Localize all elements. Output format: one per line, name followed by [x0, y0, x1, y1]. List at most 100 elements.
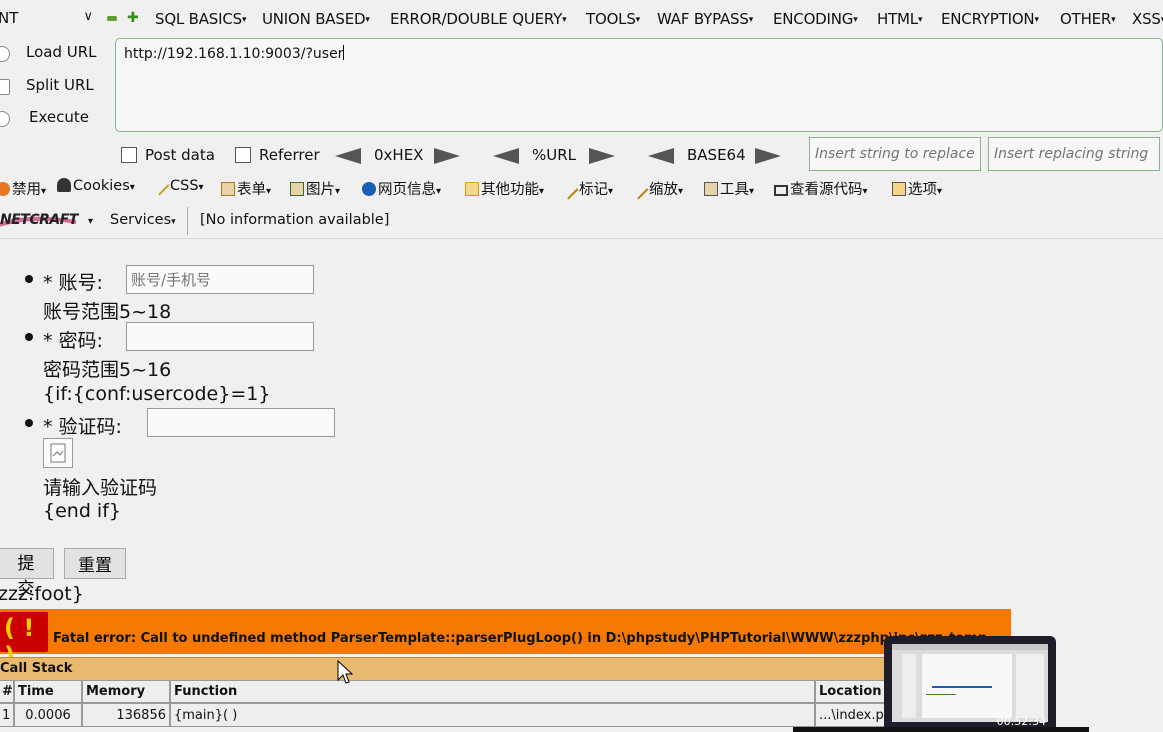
captcha-label: * 验证码: — [43, 416, 122, 438]
caret-icon: ▾ — [436, 186, 442, 197]
toolbar-label: 其他功能 — [481, 182, 539, 198]
insert-replacing-input[interactable] — [988, 137, 1160, 171]
caret-icon: ▾ — [335, 186, 341, 197]
toolbar-page-info-menu[interactable]: 网页信息▾ — [362, 178, 441, 199]
taskbar-strip — [793, 727, 1089, 732]
caret-icon: ▾ — [678, 186, 684, 197]
toolbar-disable-menu[interactable]: 禁用▾ — [0, 178, 46, 199]
account-label: * 账号: — [43, 272, 103, 294]
load-url-label: Load URL — [26, 43, 97, 61]
captcha-image[interactable] — [43, 438, 73, 468]
execute-icon — [0, 111, 10, 127]
services-label: Services — [110, 212, 172, 228]
services-menu[interactable]: Services▾ — [110, 212, 176, 228]
toolbar-images-menu[interactable]: 图片▾ — [290, 178, 340, 199]
col-header-index: # — [0, 680, 14, 703]
toolbar-label: 查看源代码 — [790, 182, 863, 198]
caret-icon: ▾ — [198, 182, 204, 193]
menu-label: ENCODING — [773, 10, 854, 28]
toolbar-label: 缩放 — [649, 182, 678, 198]
toolbar-mark-menu[interactable]: 标记▾ — [561, 178, 613, 200]
caret-icon: ▾ — [129, 182, 135, 193]
menu-label: WAF BYPASS — [657, 10, 749, 28]
url-value: http://192.168.1.10:9003/?user — [124, 46, 344, 62]
menu-label: ENCRYPTION — [941, 10, 1035, 28]
caret-icon: ▾ — [171, 217, 176, 227]
hackbar-menu-html[interactable]: HTML▾ — [877, 10, 922, 28]
hackbar-menu-waf-bypass[interactable]: WAF BYPASS▾ — [657, 10, 753, 28]
base64-decode-arrow-icon[interactable] — [648, 148, 674, 164]
hackbar-menu-sql-basics[interactable]: SQL BASICS▾ — [155, 10, 246, 28]
hex-encode-arrow-icon[interactable] — [434, 148, 460, 164]
error-banner: ( ! ) Fatal error: Call to undefined met… — [0, 609, 1011, 670]
caret-icon: ▾ — [41, 186, 47, 197]
zoom-icon — [631, 182, 649, 200]
toolbar-css-menu[interactable]: CSS▾ — [152, 178, 204, 196]
caret-icon: ▾ — [937, 186, 943, 197]
hex-decode-arrow-icon[interactable] — [335, 148, 361, 164]
netcraft-dropdown-icon[interactable]: ▾ — [88, 216, 93, 227]
toolbar-view-source-menu[interactable]: 查看源代码▾ — [774, 178, 868, 199]
toolbar-tools-menu[interactable]: 工具▾ — [704, 178, 754, 199]
hackbar-menu-error-double-query[interactable]: ERROR/DOUBLE QUERY▾ — [390, 10, 567, 28]
caret-icon: ▾ — [748, 15, 754, 25]
caret-icon: ▾ — [862, 186, 868, 197]
url-decode-arrow-icon[interactable] — [493, 148, 519, 164]
options-icon — [892, 182, 906, 196]
toolbar-forms-menu[interactable]: 表单▾ — [221, 178, 271, 199]
images-icon — [290, 182, 304, 196]
post-data-checkbox[interactable] — [121, 147, 137, 163]
hackbar-menu-encoding[interactable]: ENCODING▾ — [773, 10, 858, 28]
toolbar-separator — [187, 207, 188, 235]
account-range-text: 账号范围5~18 — [43, 301, 172, 323]
base64-label: BASE64 — [687, 146, 746, 164]
url-textarea[interactable]: http://192.168.1.10:9003/?user — [115, 38, 1163, 132]
hackbar-menu-xss[interactable]: XSS▾ — [1132, 10, 1163, 28]
reset-button[interactable]: 重置 — [64, 548, 126, 579]
split-url-button[interactable]: Split URL — [0, 73, 112, 101]
captcha-input[interactable] — [147, 408, 335, 437]
toolbar-misc-menu[interactable]: 其他功能▾ — [465, 178, 544, 199]
caret-icon: ▾ — [562, 15, 567, 25]
url-encode-arrow-icon[interactable] — [589, 148, 615, 164]
hackbar-select[interactable]: NT ∨ — [0, 9, 93, 31]
load-url-icon — [0, 46, 10, 62]
hackbar-menu-union-based[interactable]: UNION BASED▾ — [262, 10, 370, 28]
minus-icon[interactable] — [107, 16, 117, 21]
cell-time: 0.0006 — [14, 703, 82, 727]
toolbar-label: 表单 — [237, 182, 266, 198]
hackbar-menu-encryption[interactable]: ENCRYPTION▾ — [941, 10, 1039, 28]
col-header-memory: Memory — [82, 680, 170, 703]
hackbar-menu-tools[interactable]: TOOLS▾ — [586, 10, 640, 28]
text-caret — [343, 45, 345, 60]
insert-string-input[interactable] — [809, 137, 981, 171]
netcraft-logo[interactable]: NETCRAFT — [0, 210, 78, 232]
col-header-time: Time — [14, 680, 82, 703]
password-input[interactable] — [126, 322, 314, 351]
video-preview — [892, 644, 1048, 722]
load-url-button[interactable]: Load URL — [0, 40, 112, 68]
toolbar-zoom-menu[interactable]: 缩放▾ — [631, 178, 684, 200]
if-template-tag: {if:{conf:usercode}=1} — [43, 383, 271, 405]
chevron-down-icon: ∨ — [83, 9, 93, 24]
account-input[interactable] — [126, 265, 314, 294]
execute-button[interactable]: Execute — [0, 105, 112, 133]
video-thumbnail[interactable]: 00:52:34 — [884, 636, 1056, 732]
page-info-icon — [362, 182, 376, 196]
caret-icon: ▾ — [749, 186, 755, 197]
list-bullet — [25, 333, 33, 341]
plus-icon[interactable]: ✚ — [127, 11, 139, 25]
split-url-icon — [0, 79, 10, 95]
hackbar-menu-other[interactable]: OTHER▾ — [1060, 10, 1116, 28]
toolbar-label: CSS — [170, 178, 199, 194]
toolbar-options-menu[interactable]: 选项▾ — [892, 178, 942, 199]
toolbar-divider — [0, 238, 1163, 239]
toolbar-label: 标记 — [579, 182, 608, 198]
referrer-checkbox[interactable] — [235, 147, 251, 163]
toolbar-cookies-menu[interactable]: Cookies▾ — [57, 178, 135, 194]
submit-button[interactable]: 提交 — [0, 548, 54, 599]
base64-encode-arrow-icon[interactable] — [755, 148, 781, 164]
menu-label: UNION BASED — [262, 10, 366, 28]
menu-label: SQL BASICS — [155, 10, 242, 28]
list-bullet — [25, 275, 33, 283]
